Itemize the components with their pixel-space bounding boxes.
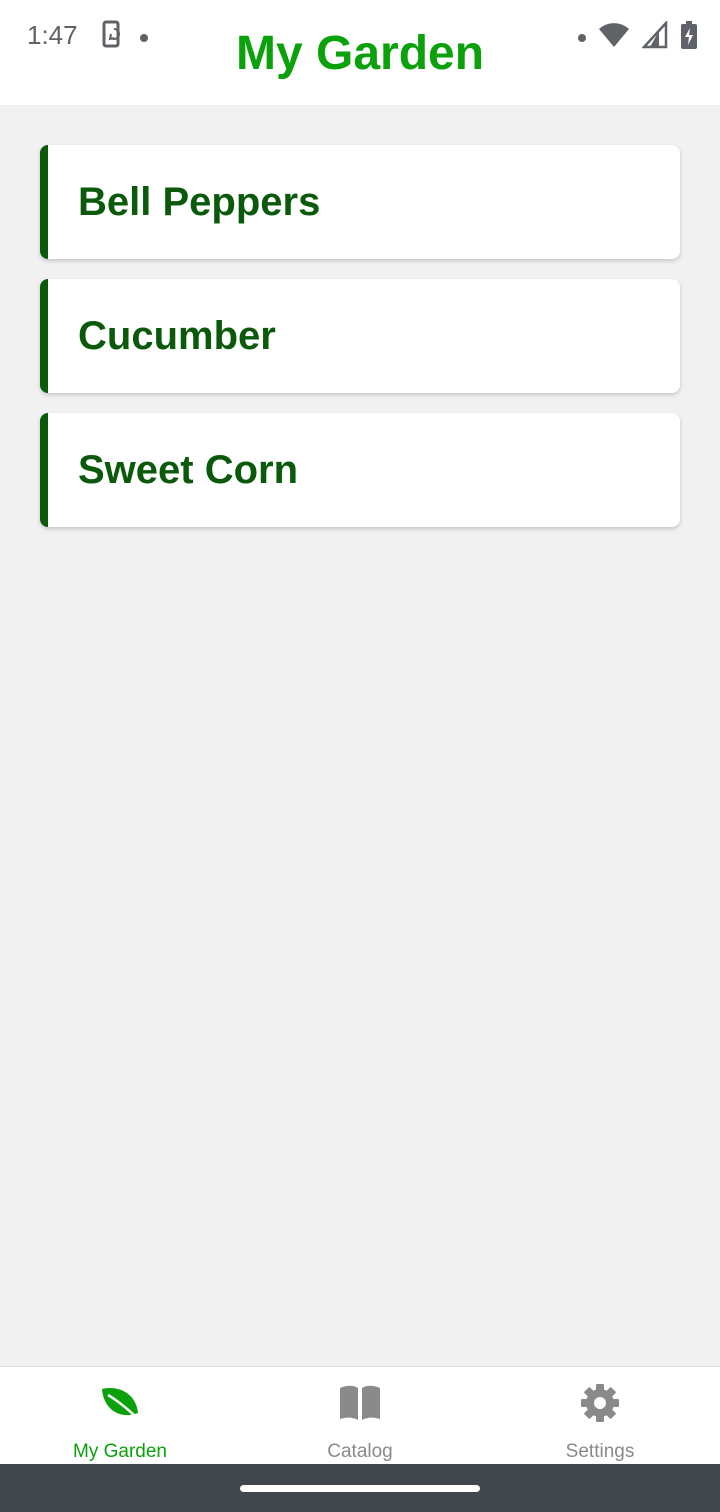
nav-label: My Garden — [73, 1441, 167, 1462]
nav-item-settings[interactable]: Settings — [480, 1367, 720, 1464]
garden-item-card[interactable]: Cucumber — [40, 279, 680, 393]
garden-item-card[interactable]: Bell Peppers — [40, 145, 680, 259]
nav-item-my-garden[interactable]: My Garden — [0, 1367, 240, 1464]
gesture-handle[interactable] — [240, 1485, 480, 1492]
system-navigation-bar — [0, 1464, 720, 1512]
nav-label: Settings — [565, 1441, 635, 1462]
garden-item-name: Cucumber — [78, 313, 276, 358]
leaf-icon — [98, 1381, 142, 1425]
nav-label: Catalog — [327, 1441, 393, 1462]
garden-item-card[interactable]: Sweet Corn — [40, 413, 680, 527]
garden-item-name: Sweet Corn — [78, 447, 299, 492]
garden-list: Bell Peppers Cucumber Sweet Corn — [40, 145, 680, 547]
nav-item-catalog[interactable]: Catalog — [240, 1367, 480, 1464]
gear-icon — [578, 1381, 622, 1425]
app-screen: 1:47 My Garden Bell Peppers Cucumber Swe… — [0, 0, 720, 1512]
bottom-nav: My Garden Catalog Settings — [0, 1366, 720, 1464]
header: 1:47 My Garden — [0, 0, 720, 105]
page-title: My Garden — [235, 27, 485, 80]
garden-item-name: Bell Peppers — [78, 179, 321, 224]
book-icon — [338, 1381, 382, 1425]
